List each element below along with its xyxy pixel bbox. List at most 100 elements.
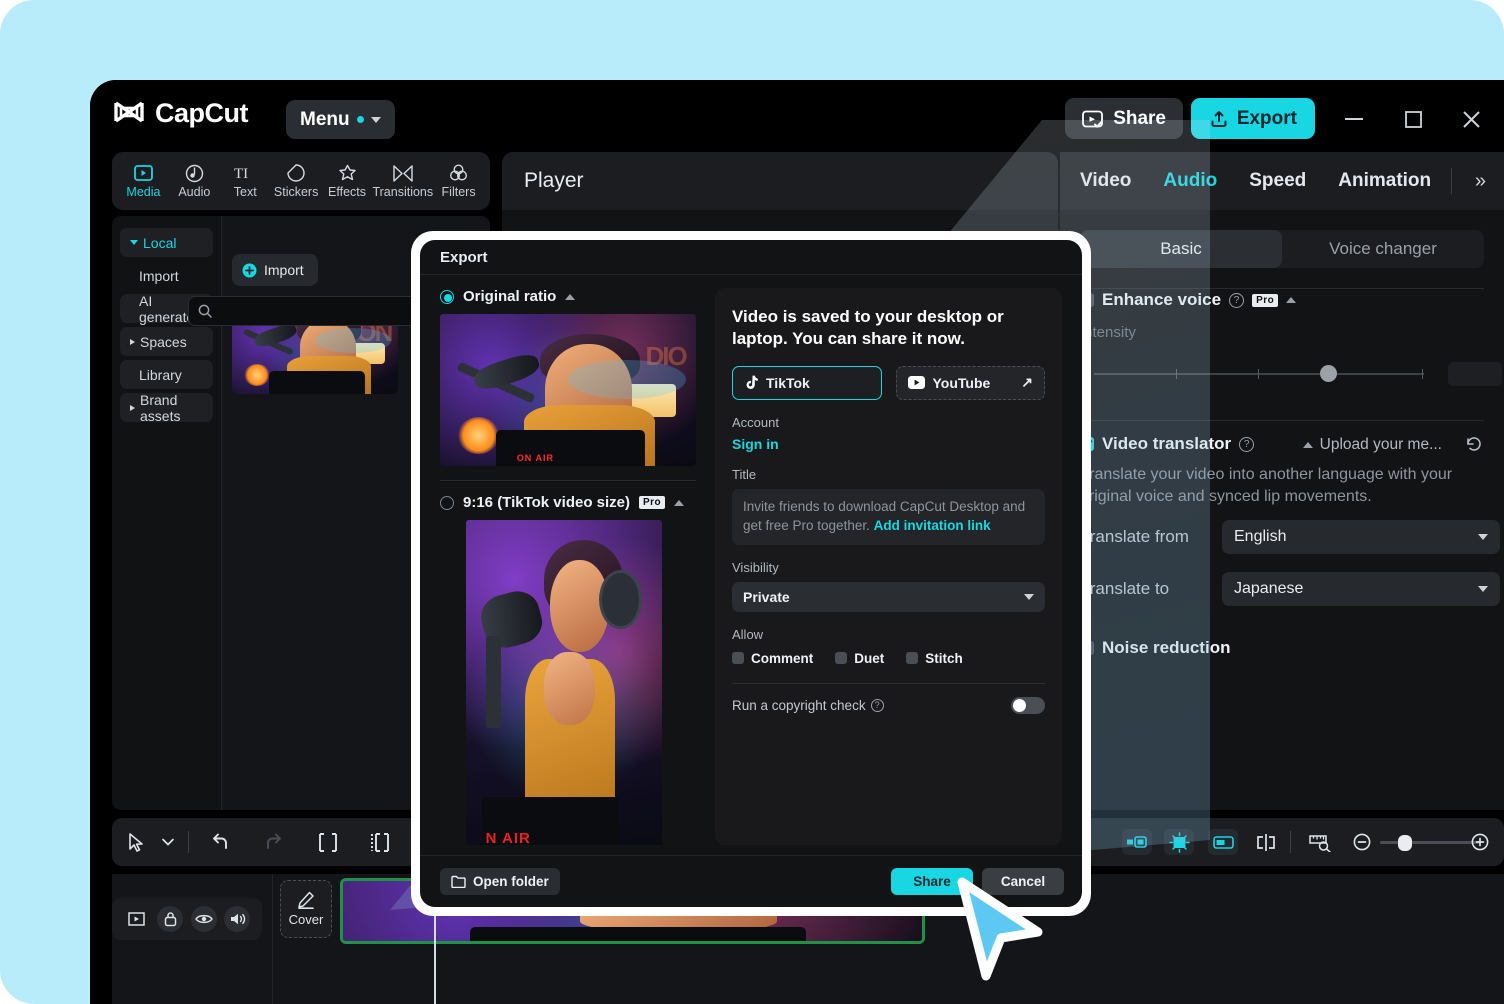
sidebar-item-spaces[interactable]: Spaces	[120, 327, 213, 356]
share-button[interactable]: Share	[1065, 98, 1183, 139]
select-icon[interactable]	[124, 830, 148, 854]
eye-icon[interactable]	[191, 906, 217, 932]
upload-media-action[interactable]: Upload your me...	[1303, 436, 1442, 454]
track-icon[interactable]	[124, 906, 150, 932]
checkbox-icon[interactable]	[906, 652, 918, 664]
checkbox-icon[interactable]	[835, 652, 847, 664]
allow-stitch-option[interactable]: Stitch	[906, 651, 963, 666]
open-folder-button[interactable]: Open folder	[440, 868, 560, 895]
slider-handle[interactable]	[1320, 365, 1337, 382]
pro-badge: Pro	[639, 496, 665, 509]
help-icon[interactable]: ?	[1239, 437, 1254, 452]
tiktok-icon	[744, 375, 758, 391]
preview-tiktok-ratio[interactable]: N AIR	[466, 520, 662, 845]
sidebar-item-import[interactable]: Import	[120, 261, 213, 290]
split-marker-icon[interactable]	[1254, 830, 1278, 854]
sidebar-item-brand-assets[interactable]: Brand assets	[120, 393, 213, 422]
cover-button[interactable]: Cover	[280, 880, 332, 938]
radio-icon[interactable]	[440, 290, 454, 304]
visibility-value: Private	[743, 589, 790, 605]
noise-reduction-row[interactable]: Noise reduction	[1080, 638, 1230, 658]
split-icon[interactable]	[316, 830, 340, 854]
preview-original-ratio[interactable]: DIO ON AIR	[440, 314, 696, 466]
tool-tab-stickers[interactable]: Stickers	[271, 163, 322, 199]
tool-tab-label: Audio	[178, 185, 210, 199]
help-icon[interactable]: ?	[1229, 293, 1244, 308]
zoom-slider-handle[interactable]	[1398, 835, 1412, 851]
mirror-icon[interactable]	[1122, 829, 1152, 855]
allow-duet-option[interactable]: Duet	[835, 651, 884, 666]
sidebar-item-library[interactable]: Library	[120, 360, 213, 389]
toolbar-divider	[1290, 831, 1291, 853]
window-minimize-button[interactable]	[1341, 106, 1367, 132]
chevron-up-icon[interactable]	[1286, 297, 1296, 303]
translate-from-select[interactable]: English	[1222, 520, 1500, 554]
dialog-cancel-button[interactable]: Cancel	[982, 868, 1064, 895]
intensity-value-field[interactable]	[1448, 362, 1502, 386]
segment-voice-changer[interactable]: Voice changer	[1282, 230, 1484, 268]
volume-icon[interactable]	[224, 906, 250, 932]
ratio-label: 9:16 (TikTok video size)	[463, 494, 630, 511]
translate-to-select[interactable]: Japanese	[1222, 572, 1500, 606]
lock-icon[interactable]	[157, 906, 183, 932]
tool-tab-media[interactable]: Media	[118, 163, 169, 199]
add-invitation-link[interactable]: Add invitation link	[874, 518, 991, 533]
window-maximize-button[interactable]	[1400, 106, 1426, 132]
zoom-in-icon[interactable]	[1468, 830, 1492, 854]
zoom-slider[interactable]	[1380, 841, 1480, 844]
player-panel-header: Player	[502, 152, 1058, 210]
allow-comment-option[interactable]: Comment	[732, 651, 813, 666]
freeze-icon[interactable]	[1164, 829, 1194, 855]
undo-icon[interactable]	[208, 830, 232, 854]
platform-youtube-button[interactable]: YouTube ↗	[896, 366, 1046, 400]
intensity-slider[interactable]	[1094, 373, 1424, 375]
ratio-option-tiktok[interactable]: 9:16 (TikTok video size) Pro	[440, 494, 715, 511]
segment-basic[interactable]: Basic	[1080, 230, 1282, 268]
enhance-voice-row[interactable]: Enhance voice ? Pro	[1080, 290, 1296, 310]
tool-tab-effects[interactable]: Effects	[322, 163, 373, 199]
ruler-icon[interactable]	[1308, 830, 1332, 854]
redo-icon[interactable]	[262, 830, 286, 854]
radio-icon[interactable]	[440, 496, 454, 510]
chevron-down-icon	[1478, 534, 1488, 540]
tool-tab-filters[interactable]: Filters	[433, 163, 484, 199]
tab-video[interactable]: Video	[1080, 170, 1131, 192]
chevron-up-icon[interactable]	[565, 294, 575, 300]
tool-tab-label: Effects	[328, 185, 366, 199]
chevron-right-icon	[130, 405, 135, 411]
export-button[interactable]: Export	[1191, 98, 1315, 139]
zoom-out-icon[interactable]	[1350, 830, 1374, 854]
tab-animation[interactable]: Animation	[1338, 170, 1431, 192]
tool-tab-text[interactable]: TI Text	[220, 163, 271, 199]
help-icon[interactable]: ?	[871, 699, 884, 712]
title-input[interactable]: Invite friends to download CapCut Deskto…	[732, 489, 1045, 545]
dialog-share-button[interactable]: Share	[891, 868, 973, 895]
sign-in-link[interactable]: Sign in	[732, 436, 1045, 452]
sidebar-item-label: Brand assets	[140, 392, 213, 424]
ratio-option-original[interactable]: Original ratio	[440, 288, 715, 305]
video-translator-row[interactable]: Video translator ?	[1080, 434, 1254, 454]
chevron-down-icon[interactable]	[156, 830, 180, 854]
folder-icon	[451, 875, 466, 888]
window-close-button[interactable]	[1458, 106, 1484, 132]
platform-tiktok-button[interactable]: TikTok	[732, 366, 882, 400]
tab-speed[interactable]: Speed	[1249, 170, 1306, 192]
sidebar-item-local[interactable]: Local	[120, 228, 213, 257]
tool-tab-audio[interactable]: Audio	[169, 163, 220, 199]
checkbox-icon[interactable]	[732, 652, 744, 664]
crop-icon[interactable]	[1208, 829, 1238, 855]
trim-icon[interactable]	[368, 830, 392, 854]
tool-tab-transitions[interactable]: Transitions	[372, 163, 433, 199]
sidebar-item-label: Local	[143, 235, 176, 251]
tab-audio[interactable]: Audio	[1163, 170, 1217, 192]
copyright-check-toggle[interactable]	[1011, 697, 1045, 714]
tool-tab-label: Filters	[442, 185, 476, 199]
reset-icon[interactable]	[1464, 434, 1484, 454]
menu-notification-dot	[357, 116, 364, 123]
import-button[interactable]: Import	[232, 254, 318, 286]
chevron-up-icon[interactable]	[674, 500, 684, 506]
visibility-select[interactable]: Private	[732, 582, 1045, 612]
filters-icon	[449, 163, 468, 183]
menu-button[interactable]: Menu	[286, 100, 395, 139]
more-tabs-icon[interactable]: »	[1475, 170, 1486, 193]
